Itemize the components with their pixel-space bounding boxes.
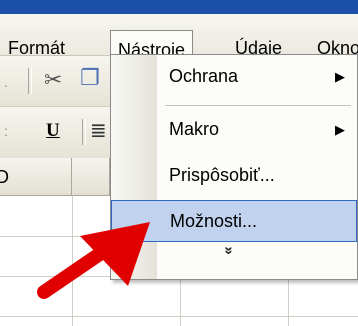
menu-item-label: Makro: [169, 119, 220, 139]
menu-item-customize[interactable]: Prispôsobiť...: [111, 156, 357, 196]
menu-item-label: Ochrana: [169, 66, 239, 86]
window-titlebar: [0, 0, 358, 14]
menu-item-label: Možnosti...: [170, 211, 258, 231]
column-gridline: [72, 196, 73, 326]
menu-item-macro[interactable]: Makro ▶: [111, 110, 357, 150]
row-gridline: [0, 316, 358, 317]
submenu-arrow-icon: ▶: [335, 69, 345, 84]
formatting-toolbar: : U ≣: [0, 107, 110, 159]
column-header-e[interactable]: [72, 158, 110, 196]
menu-item-options[interactable]: Možnosti...: [111, 200, 357, 242]
menu-separator: [165, 105, 351, 106]
tools-dropdown-menu: Ochrana ▶ Makro ▶ Prispôsobiť... Možnost…: [110, 54, 358, 280]
cut-icon[interactable]: ✂: [44, 67, 62, 93]
align-icon[interactable]: ≣: [90, 118, 107, 143]
standard-toolbar: . ✂ ❐: [0, 56, 110, 107]
toolbar-grip: :: [4, 123, 8, 139]
column-header-d[interactable]: D: [0, 158, 72, 196]
toolbar-grip: .: [4, 74, 8, 90]
expand-menu-chevron-icon[interactable]: »: [221, 246, 238, 254]
toolbar-separator: [82, 119, 86, 145]
submenu-arrow-icon: ▶: [335, 122, 345, 137]
menu-item-label: Prispôsobiť...: [169, 165, 275, 185]
toolbar-separator: [28, 68, 32, 94]
menu-bar: Formát Nástroje Údaje Okno: [0, 14, 358, 69]
copy-icon[interactable]: ❐: [80, 65, 100, 91]
menu-item-protection[interactable]: Ochrana ▶: [111, 57, 357, 97]
underline-icon[interactable]: U: [46, 120, 60, 142]
